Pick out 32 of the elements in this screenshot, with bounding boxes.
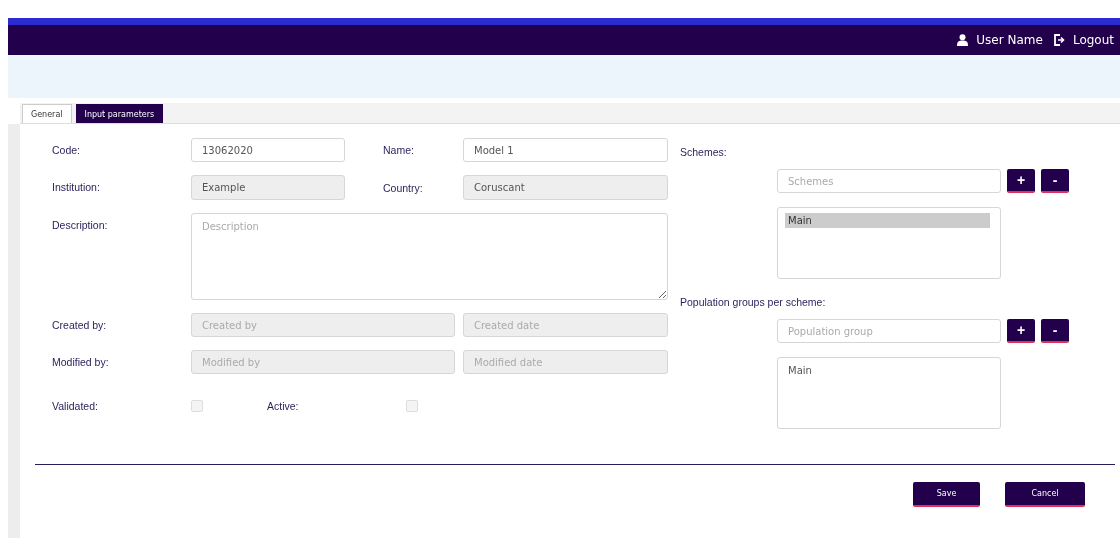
save-button[interactable]: Save: [913, 482, 980, 507]
user-icon: [957, 34, 969, 46]
user-link[interactable]: User Name: [957, 33, 1043, 47]
logout-icon: [1052, 34, 1065, 46]
field-label: Code:: [52, 143, 82, 156]
tab[interactable]: General: [22, 104, 72, 123]
field-label: Schemes:: [680, 146, 728, 160]
field-label: Description:: [52, 218, 109, 231]
list-item[interactable]: Main: [785, 213, 990, 228]
tab[interactable]: Input parameters: [75, 104, 164, 123]
add-button[interactable]: +: [1007, 319, 1035, 343]
field-label: Country:: [383, 181, 424, 194]
input-field[interactable]: Model 1: [463, 138, 668, 162]
input-field[interactable]: Population group: [777, 319, 1001, 343]
field-label: Modified by:: [52, 355, 110, 368]
input-field[interactable]: Schemes: [777, 169, 1001, 193]
field-label: Validated:: [52, 400, 99, 412]
field-label: Institution:: [52, 180, 101, 193]
list-box[interactable]: Main: [777, 357, 1001, 429]
field-label: Population groups per scheme:: [680, 296, 827, 310]
cancel-button[interactable]: Cancel: [1005, 482, 1085, 507]
remove-button[interactable]: -: [1041, 169, 1069, 193]
field-label: Created by:: [52, 318, 108, 331]
text-area[interactable]: Description: [191, 213, 668, 300]
list-box[interactable]: Main: [777, 207, 1001, 279]
remove-button[interactable]: -: [1041, 319, 1069, 343]
field-label: Active:: [267, 400, 300, 412]
logout-link[interactable]: Logout: [1052, 33, 1114, 47]
list-item[interactable]: Main: [785, 363, 990, 378]
add-button[interactable]: +: [1007, 169, 1035, 193]
field-label: Name:: [383, 144, 415, 156]
input-field[interactable]: 13062020: [191, 138, 345, 162]
